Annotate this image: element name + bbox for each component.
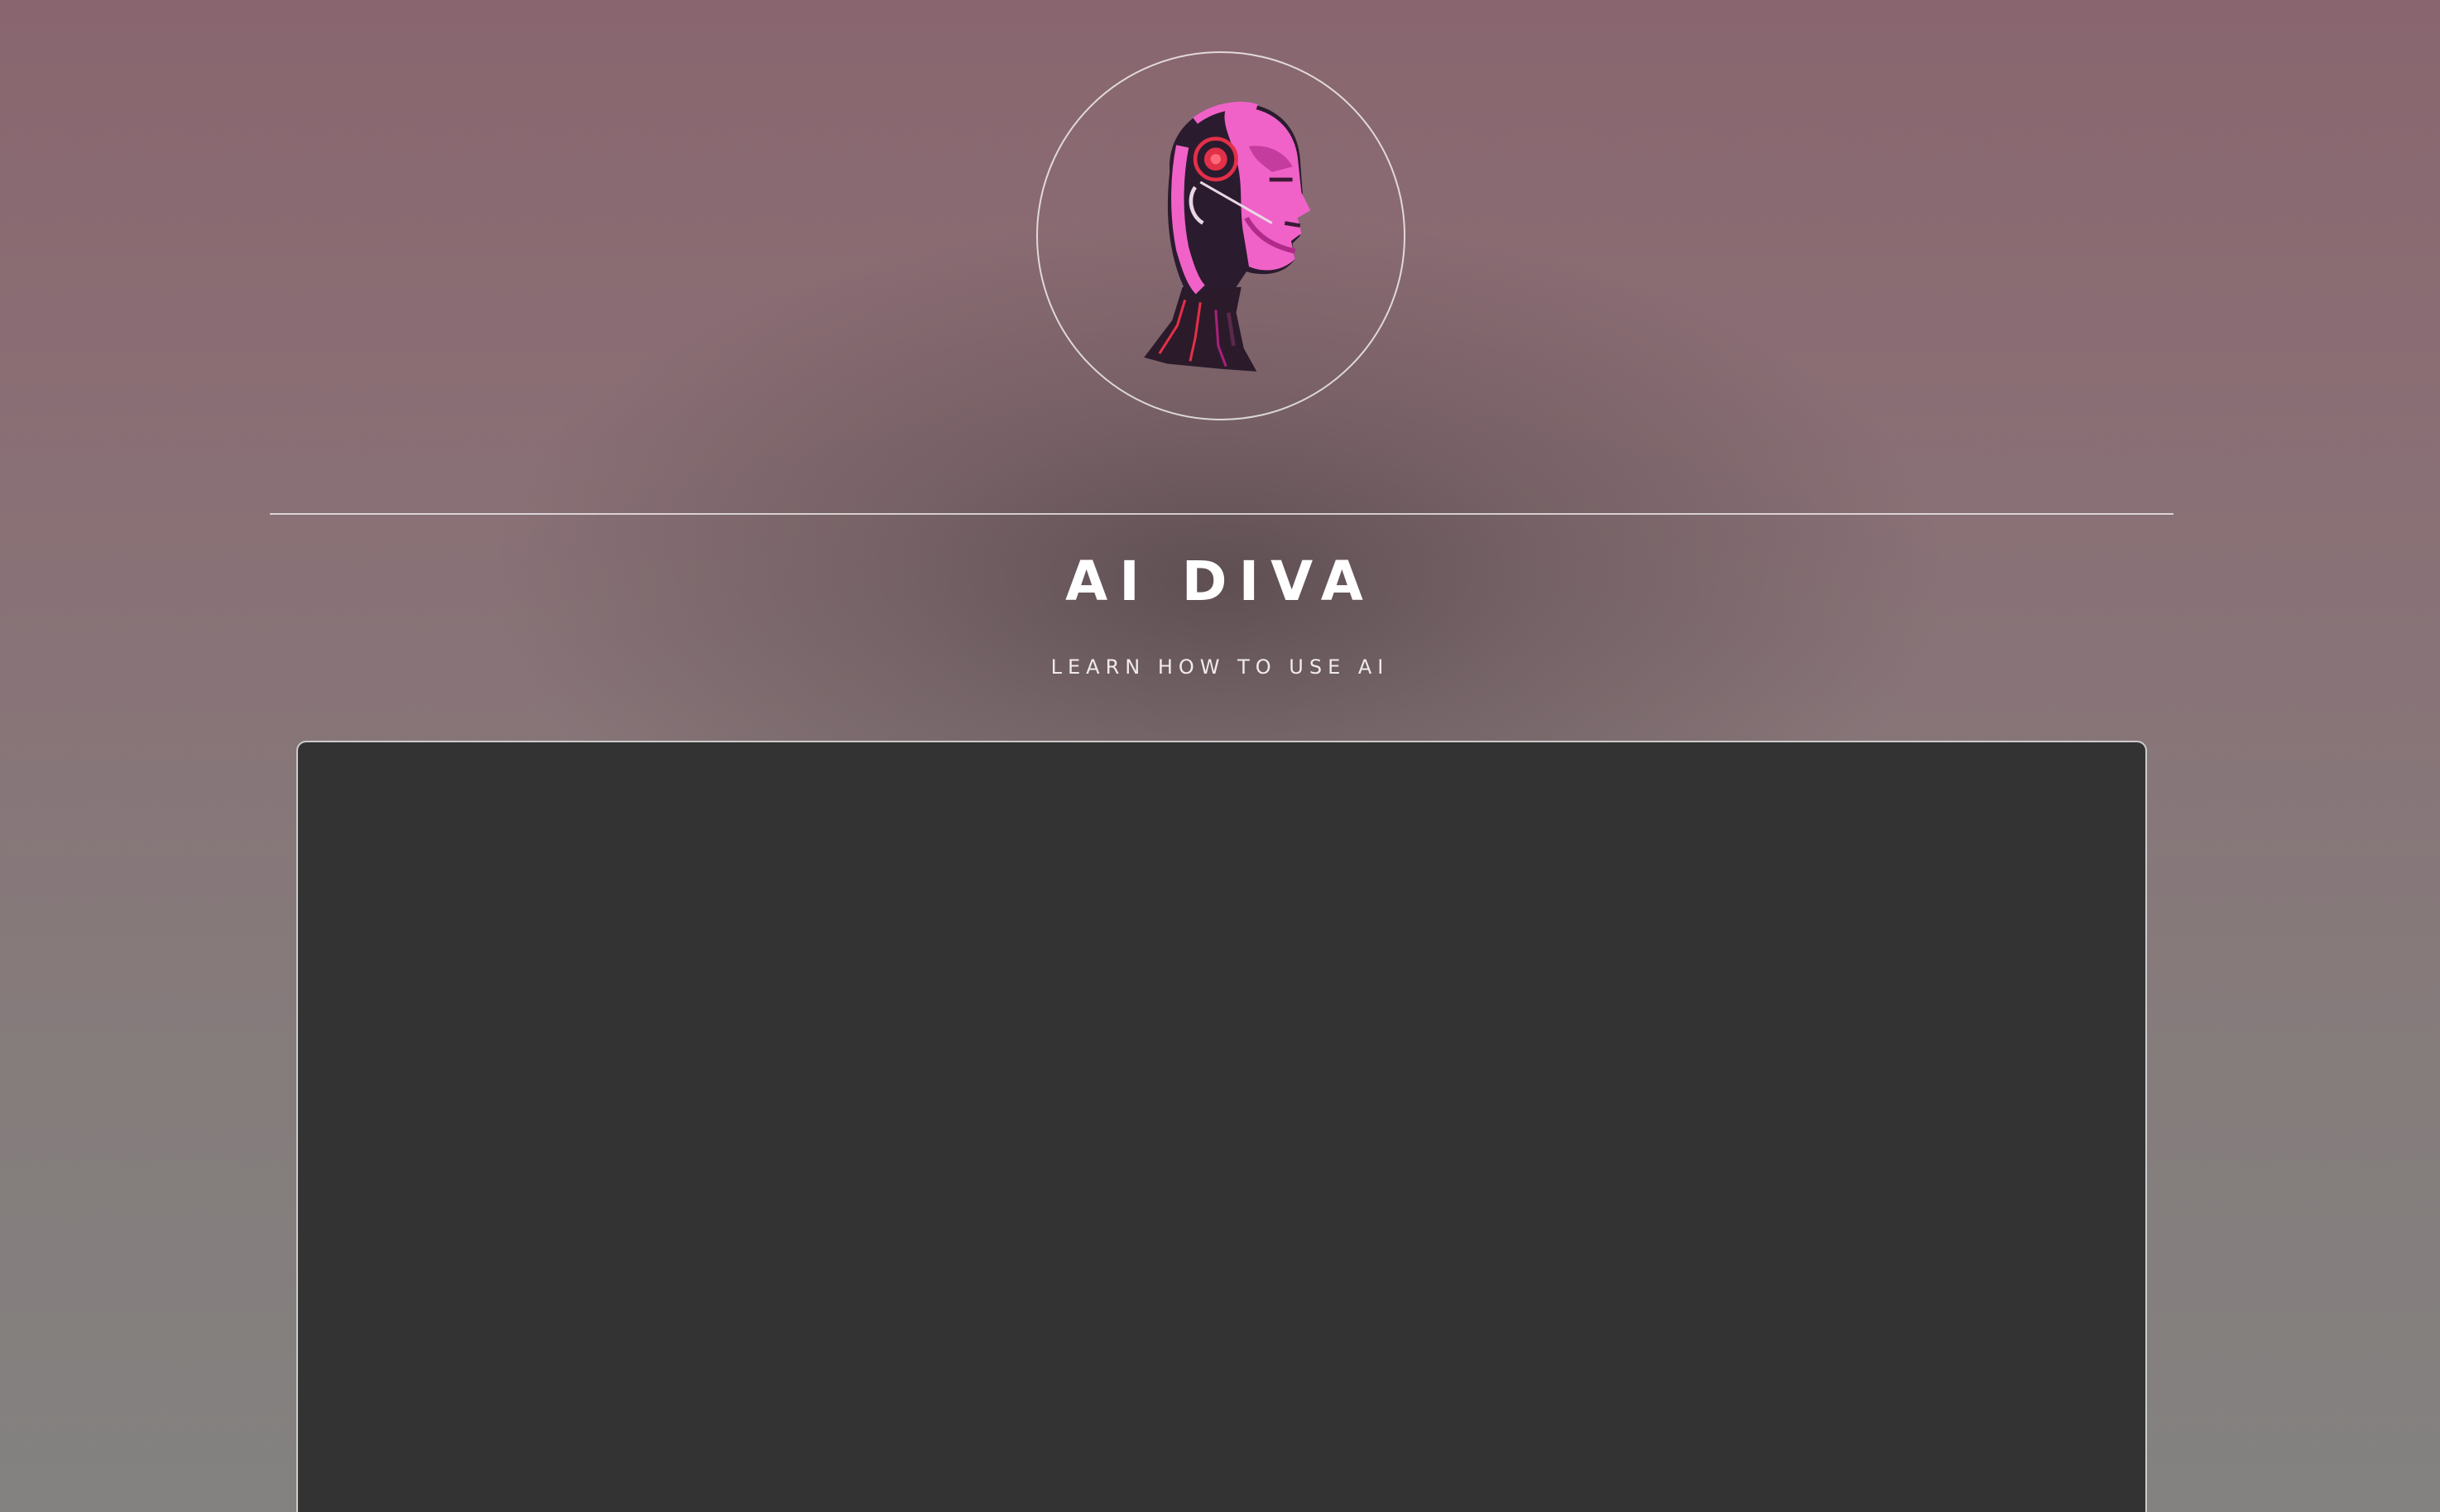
robot-woman-head-icon xyxy=(1144,101,1311,372)
header-divider xyxy=(270,513,2173,515)
logo-avatar xyxy=(1036,51,1405,420)
embedded-content-panel[interactable] xyxy=(296,741,2147,1512)
site-tagline: LEARN HOW TO USE AI xyxy=(1050,655,1390,679)
site-title: AI DIVA xyxy=(1065,550,1375,613)
